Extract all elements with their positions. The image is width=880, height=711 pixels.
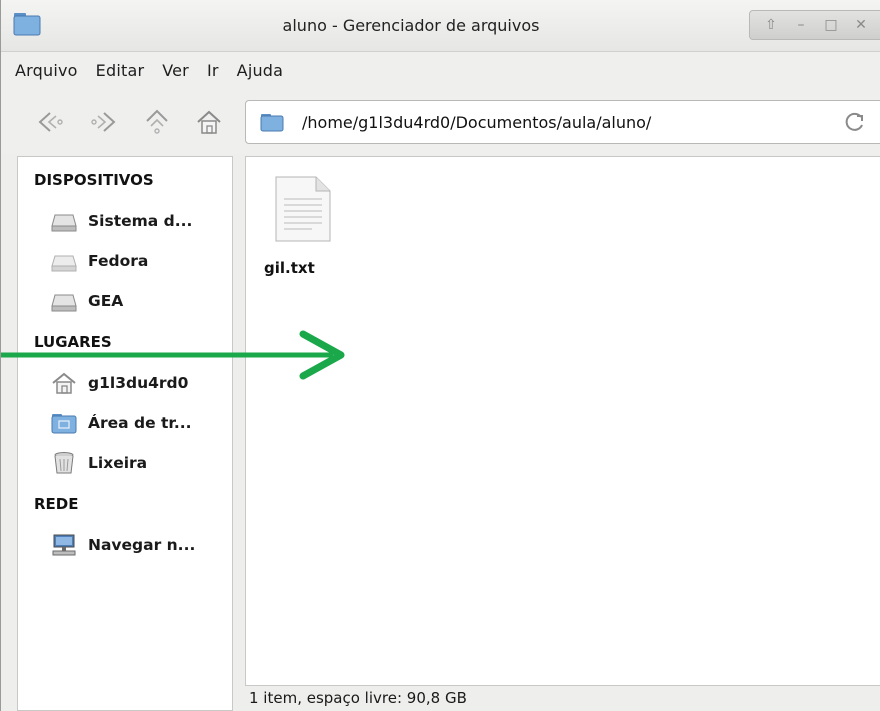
menu-bar: Arquivo Editar Ver Ir Ajuda [1,52,880,88]
sidebar-item-label: Navegar n... [88,536,196,554]
trash-icon [54,452,74,474]
up-button[interactable] [141,106,173,138]
close-button[interactable]: ✕ [846,12,876,38]
sidebar-item-desktop[interactable]: Área de tr... [50,409,192,437]
network-icon [52,534,76,556]
sidebar-item-trash[interactable]: Lixeira [50,449,147,477]
section-dispositivos: DISPOSITIVOS [34,171,154,189]
file-view[interactable]: gil.txt [245,156,880,686]
forward-arrow-icon [91,112,116,132]
sidebar-item-label: Sistema d... [88,212,193,230]
file-manager-window: aluno - Gerenciador de arquivos ⇧ – □ ✕ … [0,0,880,711]
menu-ajuda[interactable]: Ajuda [237,61,284,80]
maximize-button[interactable]: □ [816,12,846,38]
back-button[interactable] [35,106,67,138]
status-bar: 1 item, espaço livre: 90,8 GB [245,686,880,711]
home-icon [197,110,221,134]
sidebar-item-label: Fedora [88,252,149,270]
forward-button[interactable] [87,106,119,138]
location-bar[interactable]: /home/g1l3du4rd0/Documentos/aula/aluno/ [245,100,880,144]
location-path[interactable]: /home/g1l3du4rd0/Documentos/aula/aluno/ [302,113,651,132]
minimize-button[interactable]: – [786,12,816,38]
window-controls: ⇧ – □ ✕ [749,10,880,40]
folder-icon [260,114,284,132]
sidebar-item-network[interactable]: Navegar n... [50,531,195,559]
annotation-arrow-icon [1,330,345,380]
menu-editar[interactable]: Editar [96,61,145,80]
desktop-folder-icon [51,414,77,434]
menu-ir[interactable]: Ir [207,61,219,80]
sidebar-item-fedora[interactable]: Fedora [50,247,148,275]
menu-arquivo[interactable]: Arquivo [15,61,78,80]
title-bar[interactable]: aluno - Gerenciador de arquivos ⇧ – □ ✕ [1,0,880,52]
status-text: 1 item, espaço livre: 90,8 GB [249,689,467,707]
sidebar-item-label: Área de tr... [88,414,192,432]
back-arrow-icon [38,112,63,132]
sidebar: DISPOSITIVOS Sistema d... Fedora GEA LUG… [17,156,233,711]
hard-drive-icon [51,294,77,312]
file-item[interactable]: gil.txt [260,175,344,277]
section-rede: REDE [34,495,79,513]
sidebar-item-label: GEA [88,292,124,310]
sidebar-item-label: Lixeira [88,454,148,472]
hard-drive-icon [51,214,77,232]
up-arrow-icon [146,109,168,134]
pane-splitter[interactable] [233,156,245,711]
shade-button[interactable]: ⇧ [756,12,786,38]
sidebar-item-gea[interactable]: GEA [50,287,123,315]
drive-icon [51,255,77,272]
menu-ver[interactable]: Ver [162,61,189,80]
file-name: gil.txt [264,259,315,277]
reload-icon[interactable] [844,111,866,133]
sidebar-item-sistema[interactable]: Sistema d... [50,207,192,235]
text-file-icon [275,176,331,242]
home-button[interactable] [193,106,225,138]
window-title: aluno - Gerenciador de arquivos [282,16,540,35]
